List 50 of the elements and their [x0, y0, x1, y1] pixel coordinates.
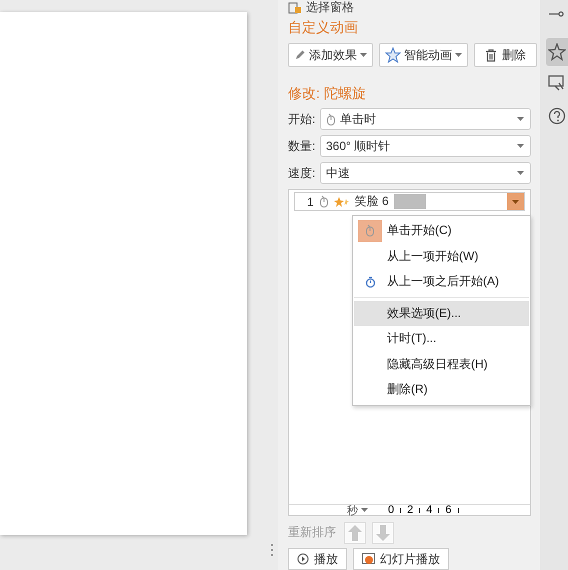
toolbar-button[interactable]: 智能动画 — [379, 43, 468, 67]
timeline-tick-label: 4 — [426, 505, 432, 516]
arrow-down-icon — [376, 524, 390, 541]
caret-icon — [517, 144, 524, 148]
dropdown-button[interactable] — [507, 193, 524, 210]
sparkle-star-icon — [334, 196, 350, 208]
dropdown-field[interactable]: 中速 — [320, 162, 531, 184]
animation-item[interactable]: 1 笑脸 6 — [294, 192, 525, 211]
time-unit-dropdown[interactable]: 秒 — [347, 502, 368, 518]
field-label: 数量: — [288, 138, 316, 154]
mouse-icon — [318, 195, 329, 208]
pencil-icon — [294, 49, 306, 61]
timer-icon — [364, 276, 376, 288]
toolbar-button[interactable]: 添加效果 — [288, 43, 373, 67]
arrow-up-icon — [348, 524, 362, 541]
pane-title: 选择窗格 — [306, 0, 354, 16]
timeline-tick-label: 0 — [388, 505, 394, 516]
caret-icon — [455, 53, 462, 57]
dropdown-field[interactable]: 单击时 — [320, 108, 531, 130]
delete-button[interactable]: 删除 — [474, 43, 537, 67]
menu-item[interactable]: 从上一项开始(W) — [354, 244, 529, 269]
redaction-block — [394, 194, 426, 209]
field-label: 开始: — [288, 110, 316, 128]
mouse-icon — [326, 112, 336, 126]
slideshow-icon — [362, 553, 375, 565]
trash-icon — [485, 48, 497, 62]
modify-title: 修改: 陀螺旋 — [288, 85, 367, 103]
menu-item[interactable]: 计时(T)... — [354, 326, 529, 352]
section-title: 自定义动画 — [288, 19, 359, 37]
caret-icon — [517, 171, 524, 175]
pane-icon — [288, 2, 302, 14]
slideshow-button[interactable]: 幻灯片播放 — [353, 548, 449, 570]
caret-icon — [517, 117, 524, 121]
timeline-tick-label: 6 — [445, 505, 452, 516]
menu-item[interactable]: 效果选项(E)... — [354, 300, 529, 326]
field-label: 速度: — [288, 164, 316, 182]
caret-icon — [512, 200, 519, 204]
play-icon — [297, 553, 309, 565]
menu-item[interactable]: 单击开始(C) — [354, 218, 529, 244]
reorder-label: 重新排序 — [288, 524, 336, 542]
menu-item[interactable]: 删除(R) — [354, 377, 529, 402]
caret-icon — [361, 508, 368, 512]
play-button[interactable]: 播放 — [288, 548, 347, 570]
mouse-icon — [365, 224, 375, 238]
star-icon — [385, 47, 401, 63]
timeline-tick-label: 2 — [407, 505, 414, 516]
dropdown-field[interactable]: 360° 顺时针 — [320, 135, 531, 157]
menu-item[interactable]: 从上一项之后开始(A) — [354, 269, 529, 294]
caret-icon — [360, 53, 367, 57]
menu-item[interactable]: 隐藏高级日程表(H) — [354, 352, 529, 377]
